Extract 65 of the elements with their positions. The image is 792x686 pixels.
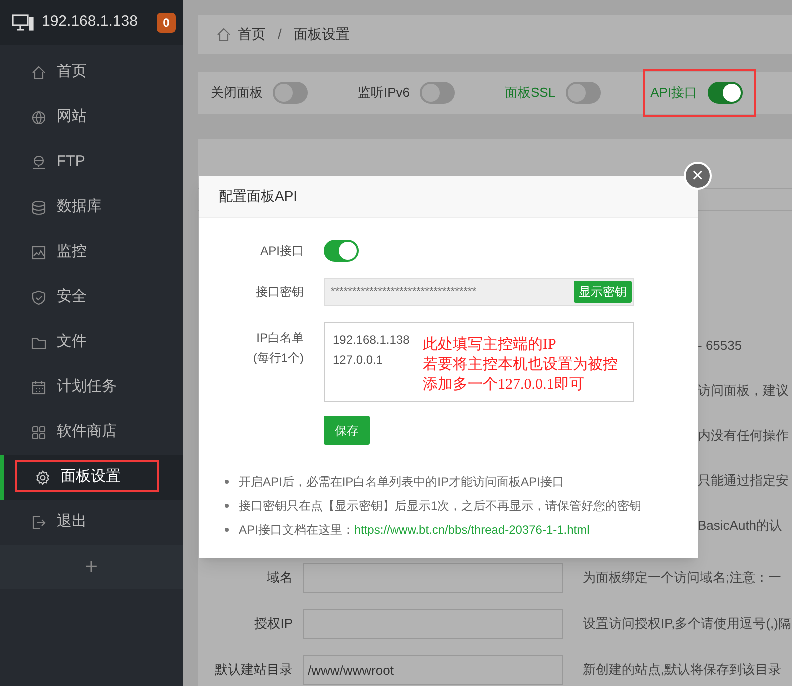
field-sublabel: (每行1个) [253, 350, 304, 367]
add-button[interactable]: + [85, 556, 98, 578]
sidebar-item[interactable]: 软件商店 [0, 410, 183, 455]
dialog-title: 配置面板API [219, 187, 298, 206]
toggle-switch[interactable] [566, 82, 601, 104]
setting-hint: 内没有任何操作 [698, 427, 790, 444]
toggle-switch[interactable] [324, 240, 359, 262]
computer-icon [12, 14, 34, 32]
note-text: 接口密钥只在点【显示密钥】后显示1次，之后不再显示，请保管好您的密钥 [239, 498, 642, 515]
bullet-icon [225, 480, 229, 484]
field-label: IP白名单 [256, 330, 304, 347]
setting-hint: 只能通过指定安 [698, 472, 790, 489]
text-field[interactable] [303, 563, 563, 593]
bullet-icon [225, 528, 229, 532]
database-icon [31, 200, 47, 216]
toggle-label: 关闭面板 [211, 84, 263, 102]
exit-icon [31, 514, 47, 530]
sidebar-item[interactable]: 面板设置 [0, 455, 183, 500]
home-icon [216, 26, 232, 43]
setting-label: 默认建站目录 [215, 662, 293, 678]
setting-hint: 访问面板，建议 [698, 382, 790, 399]
bullet-icon [225, 504, 229, 508]
calendar-icon [31, 380, 47, 396]
note-text: API接口文档在这里： [239, 522, 354, 539]
notification-badge[interactable]: 0 [157, 12, 176, 32]
shield-icon [31, 290, 47, 306]
setting-label: 授权IP [254, 616, 293, 632]
annotation-text: 此处填写主控端的IP 若要将主控本机也设置为被控 添加多一个127.0.0.1即可 [423, 335, 618, 395]
chart-icon [31, 244, 47, 260]
field-label: API接口 [260, 243, 304, 260]
text-field[interactable] [303, 609, 563, 639]
field-label: 接口密钥 [256, 284, 304, 301]
breadcrumb-link[interactable]: 面板设置 [294, 24, 350, 46]
setting-hint: BasicAuth的认 [698, 517, 784, 534]
sidebar-item[interactable]: 数据库 [0, 185, 183, 230]
toggle-switch[interactable] [420, 82, 456, 104]
sidebar-item[interactable]: 监控 [0, 230, 183, 275]
sidebar-item[interactable]: 退出 [0, 500, 183, 545]
sidebar-item[interactable]: FTP [0, 140, 183, 185]
host-address: 192.168.1.138 [42, 12, 139, 32]
text-field[interactable]: /www/wwwroot [303, 655, 563, 685]
key-field: ********************************** 显示密钥 [324, 278, 634, 306]
sidebar-item[interactable]: 网站 [0, 95, 183, 140]
setting-hint: 新创建的站点,默认将保存到该目录 [582, 661, 782, 680]
globe-icon [31, 110, 47, 126]
toggle-label: 面板SSL [505, 84, 556, 102]
breadcrumb-separator: / [277, 25, 283, 44]
settings-icon [35, 470, 51, 486]
home-icon [31, 64, 47, 80]
setting-hint: - 65535 [698, 337, 744, 354]
breadcrumb-link[interactable]: 首页 [238, 24, 266, 46]
setting-hint: 为面板绑定一个访问域名;注意：一 [582, 569, 782, 588]
sidebar-item[interactable]: 计划任务 [0, 365, 183, 410]
toggle-label: 监听IPv6 [358, 84, 410, 102]
setting-label: 域名 [267, 570, 293, 586]
setting-hint: 设置访问授权IP,多个请使用逗号(,)隔 [582, 615, 792, 634]
grid-icon [31, 424, 47, 440]
toggle-label: API接口 [650, 84, 698, 102]
toggle-switch[interactable] [708, 82, 743, 104]
note-text: 开启API后，必需在IP白名单列表中的IP才能访问面板API接口 [239, 474, 564, 491]
toggle-switch[interactable] [273, 82, 308, 104]
sidebar-item[interactable]: 安全 [0, 275, 183, 320]
sidebar-item[interactable]: 文件 [0, 320, 183, 365]
network-globe-icon [31, 154, 47, 170]
sidebar-item[interactable]: 首页 [0, 50, 183, 95]
